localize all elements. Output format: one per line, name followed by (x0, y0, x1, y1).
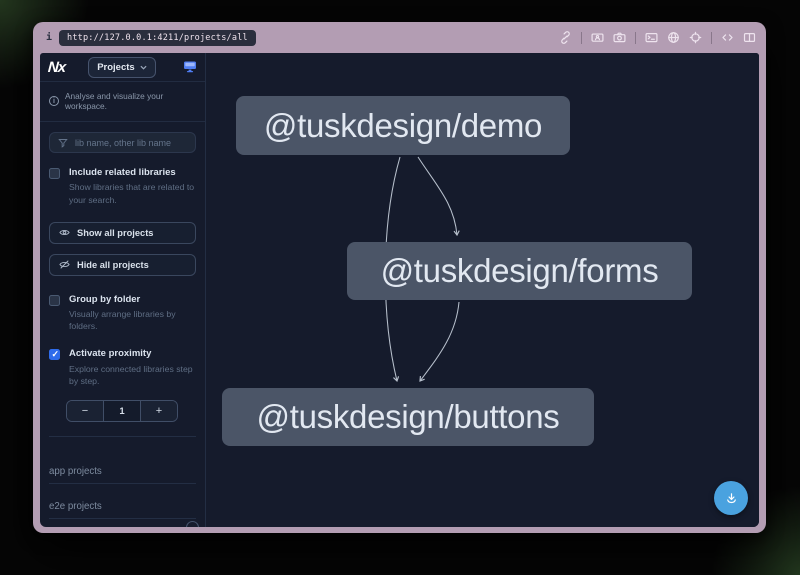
toolbar-separator (635, 32, 636, 44)
columns-icon[interactable] (743, 31, 756, 44)
search-box (49, 132, 196, 153)
activate-proximity-checkbox[interactable] (49, 349, 60, 360)
link-icon[interactable] (559, 31, 572, 44)
sidebar-section-app-projects[interactable]: app projects (49, 449, 196, 484)
eye-icon (59, 227, 70, 238)
info-glyph-icon: i (46, 32, 52, 43)
download-icon (724, 491, 739, 506)
sidebar-header: Nx Projects (40, 53, 205, 82)
stepper-increment-button[interactable]: + (141, 401, 177, 421)
tagline-text: Analyse and visualize your workspace. (65, 91, 197, 111)
toolbar-separator (711, 32, 712, 44)
include-related-label: Include related libraries (69, 167, 197, 178)
group-by-folder-row: Group by folder Visually arrange librari… (49, 294, 196, 333)
toolbar-separator (581, 32, 582, 44)
projects-dropdown-label: Projects (97, 62, 135, 73)
projects-dropdown[interactable]: Projects (88, 57, 156, 78)
chevron-down-icon (140, 65, 147, 70)
dependency-graph-canvas[interactable]: @tuskdesign/demo @tuskdesign/forms @tusk… (206, 53, 759, 527)
edge-forms-to-buttons (420, 302, 459, 381)
divider (49, 436, 196, 437)
hide-all-projects-button[interactable]: Hide all projects (49, 254, 196, 276)
nx-logo[interactable]: Nx (47, 59, 65, 76)
show-all-projects-label: Show all projects (77, 228, 153, 238)
include-related-row: Include related libraries Show libraries… (49, 167, 196, 206)
group-by-folder-description: Visually arrange libraries by folders. (69, 308, 197, 332)
stepper-value: 1 (103, 401, 141, 421)
title-bar: i http://127.0.0.1:4211/projects/all (33, 22, 766, 53)
activate-proximity-row: Activate proximity Explore connected lib… (49, 348, 196, 387)
sidebar-section-lib-projects[interactable]: lib projects (49, 519, 196, 527)
terminal-icon[interactable] (645, 31, 658, 44)
proximity-stepper: − 1 + (66, 400, 178, 422)
crosshair-icon[interactable] (689, 31, 702, 44)
include-related-description: Show libraries that are related to your … (69, 181, 197, 205)
graph-node-demo[interactable]: @tuskdesign/demo (236, 96, 570, 155)
eye-off-icon (59, 259, 70, 270)
tagline-row: i Analyse and visualize your workspace. (40, 82, 205, 122)
activate-proximity-description: Explore connected libraries step by step… (69, 363, 197, 387)
code-icon[interactable] (721, 31, 734, 44)
sidebar: Nx Projects i Analyse and visualize your… (40, 53, 206, 527)
globe-icon[interactable] (667, 31, 680, 44)
edge-demo-to-forms (418, 157, 457, 235)
group-by-folder-checkbox[interactable] (49, 295, 60, 306)
titlebar-toolbar (559, 31, 756, 44)
hide-all-projects-label: Hide all projects (77, 260, 149, 270)
id-card-icon[interactable] (591, 31, 604, 44)
url-address[interactable]: http://127.0.0.1:4211/projects/all (59, 30, 256, 46)
monitor-icon[interactable] (183, 60, 197, 75)
graph-node-buttons[interactable]: @tuskdesign/buttons (222, 388, 594, 446)
partial-section-icon (186, 521, 199, 527)
show-all-projects-button[interactable]: Show all projects (49, 222, 196, 244)
app-content: Nx Projects i Analyse and visualize your… (40, 53, 759, 527)
info-icon: i (49, 96, 59, 106)
include-related-checkbox[interactable] (49, 168, 60, 179)
browser-window: i http://127.0.0.1:4211/projects/all (33, 22, 766, 533)
camera-icon[interactable] (613, 31, 626, 44)
graph-node-forms[interactable]: @tuskdesign/forms (347, 242, 692, 300)
funnel-icon (58, 138, 68, 148)
download-image-button[interactable] (714, 481, 748, 515)
stepper-decrement-button[interactable]: − (67, 401, 103, 421)
group-by-folder-label: Group by folder (69, 294, 197, 305)
activate-proximity-label: Activate proximity (69, 348, 197, 359)
search-input[interactable] (75, 138, 187, 148)
sidebar-section-e2e-projects[interactable]: e2e projects (49, 484, 196, 519)
